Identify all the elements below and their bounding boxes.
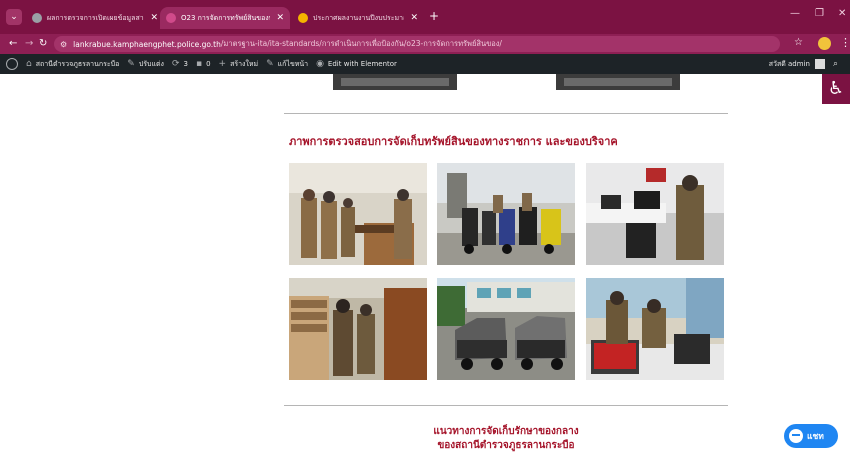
drive-icon — [298, 13, 308, 23]
chat-button[interactable]: แชท — [784, 424, 838, 448]
comments-count: 0 — [206, 60, 211, 68]
tab-title: O23 การจัดการทรัพย์สินของทางราชการ — [181, 13, 270, 22]
updates-icon: ⟳ — [171, 59, 180, 69]
photo-officer-at-computer-desk[interactable] — [586, 163, 724, 265]
subheading-line-2: ของสถานีตำรวจภูธรลานกระบือ — [437, 440, 575, 451]
pencil-icon: ✎ — [266, 59, 274, 69]
bookmark-star-icon[interactable]: ☆ — [794, 37, 803, 48]
admin-customize[interactable]: ✎ ปรับแต่ง — [127, 59, 164, 70]
brush-icon: ✎ — [127, 59, 135, 69]
admin-edit-page[interactable]: ✎ แก้ไขหน้า — [266, 59, 308, 70]
wp-admin-bar: ⌂ สถานีตำรวจภูธรลานกระบือ ✎ ปรับแต่ง ⟳ 3… — [0, 54, 850, 74]
url-host: lankrabue.kamphaengphet.police.go.th — [73, 39, 221, 49]
browser-menu-icon[interactable]: ⋮ — [840, 36, 850, 49]
previous-photo-right — [556, 74, 680, 90]
user-greeting[interactable]: สวัสดี admin — [769, 59, 810, 70]
site-name-label: สถานีตำรวจภูธรลานกระบือ — [35, 59, 120, 68]
tab-strip: ⌄ ผลการตรวจการเปิดเผยข้อมูลสาธารณะ ✕ O23… — [0, 0, 850, 34]
new-tab-icon[interactable]: + — [429, 9, 439, 23]
reload-icon[interactable]: ↻ — [39, 37, 47, 51]
url-path: /มาตรฐาน-ita/ita-standards/การดำเนินการเ… — [220, 39, 502, 48]
address-bar: ← → ↻ ⚙ lankrabue.kamphaengphet.police.g… — [0, 34, 850, 54]
updates-count: 3 — [183, 60, 188, 68]
admin-updates[interactable]: ⟳ 3 — [172, 59, 188, 69]
window-close-icon[interactable]: ✕ — [838, 8, 846, 19]
plus-icon: + — [218, 59, 227, 69]
comment-icon: ▪ — [195, 59, 203, 69]
site-info-icon[interactable]: ⚙ — [60, 40, 67, 49]
section-title: ภาพการตรวจสอบการจัดเก็บทรัพย์สินของทางรา… — [289, 135, 618, 148]
tab-title: ประกาศผลงานงานปีงบประมาณ — [313, 13, 405, 22]
avatar[interactable] — [814, 59, 825, 69]
elementor-label: Edit with Elementor — [327, 60, 397, 68]
admin-comments[interactable]: ▪ 0 — [196, 59, 211, 69]
accessibility-icon[interactable]: ♿ — [822, 74, 850, 104]
divider — [284, 405, 728, 406]
minimize-icon[interactable]: — — [790, 8, 800, 19]
tab-2-active[interactable]: O23 การจัดการทรัพย์สินของทางราชการ ✕ — [160, 7, 290, 29]
forward-icon[interactable]: → — [25, 37, 33, 51]
photo-motorcycles-row[interactable] — [437, 163, 575, 265]
admin-site-name[interactable]: ⌂ สถานีตำรวจภูธรลานกระบือ — [26, 59, 119, 70]
close-tab-icon[interactable]: ✕ — [150, 13, 158, 23]
back-icon[interactable]: ← — [9, 37, 17, 51]
new-label: สร้างใหม่ — [230, 59, 259, 68]
tab-3[interactable]: ประกาศผลงานงานปีงบประมาณ ✕ — [292, 7, 424, 29]
elementor-icon: ◉ — [316, 59, 324, 69]
subheading-line-1: แนวทางการจัดเก็บรักษาของกลาง — [433, 426, 579, 437]
site-favicon-icon — [166, 13, 176, 23]
photo-officers-at-cabinet[interactable] — [289, 278, 427, 380]
admin-elementor[interactable]: ◉ Edit with Elementor — [316, 59, 397, 69]
edit-page-label: แก้ไขหน้า — [277, 59, 309, 68]
customize-label: ปรับแต่ง — [138, 59, 164, 68]
previous-photo-left — [333, 74, 457, 90]
close-tab-icon[interactable]: ✕ — [276, 13, 284, 23]
chat-bubble-icon — [789, 429, 803, 443]
dashboard-icon: ⌂ — [26, 59, 32, 69]
tab-1[interactable]: ผลการตรวจการเปิดเผยข้อมูลสาธารณะ ✕ — [26, 7, 164, 29]
restore-icon[interactable]: ❐ — [815, 8, 824, 19]
admin-new[interactable]: + สร้างใหม่ — [219, 59, 259, 70]
photo-officers-at-printer-desk[interactable] — [586, 278, 724, 380]
extension-icon[interactable] — [818, 37, 831, 50]
tab-title: ผลการตรวจการเปิดเผยข้อมูลสาธารณะ — [47, 13, 144, 22]
photo-officers-inspecting-desk[interactable] — [289, 163, 427, 265]
globe-icon — [32, 13, 42, 23]
search-icon[interactable]: ⌕ — [833, 59, 838, 69]
photo-pickup-trucks-hoods-open[interactable] — [437, 278, 575, 380]
divider — [284, 113, 728, 114]
wordpress-logo-icon[interactable] — [6, 58, 18, 70]
chat-label: แชท — [807, 432, 824, 442]
close-tab-icon[interactable]: ✕ — [410, 13, 418, 23]
url-field[interactable]: ⚙ lankrabue.kamphaengphet.police.go.th /… — [54, 36, 780, 52]
tab-search-button[interactable]: ⌄ — [6, 9, 22, 25]
